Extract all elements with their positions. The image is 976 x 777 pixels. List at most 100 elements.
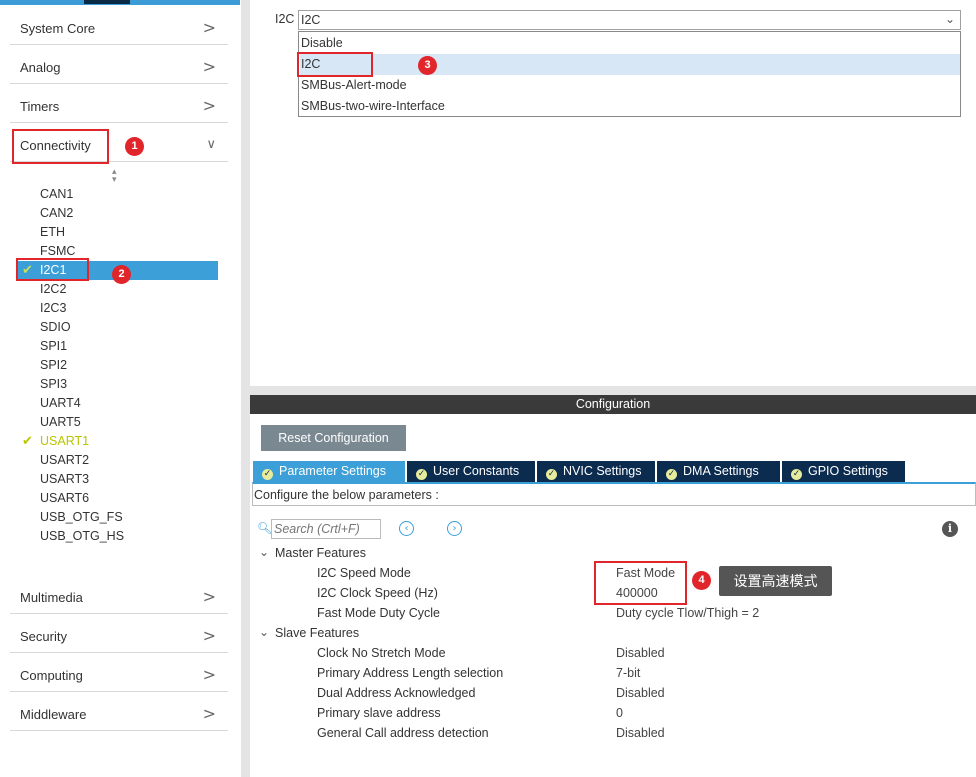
search-icon: 🔍︎ xyxy=(257,521,273,535)
chevron-right-icon: > xyxy=(202,626,216,645)
dropdown-option-smbus-two-wire[interactable]: SMBus-two-wire-Interface xyxy=(300,96,960,117)
peripheral-item-uart4[interactable]: UART4 xyxy=(40,394,81,413)
annotation-box-4 xyxy=(594,561,687,605)
peripheral-item-i2c2[interactable]: I2C2 xyxy=(40,280,66,299)
dropdown-option-disable[interactable]: Disable xyxy=(300,33,960,54)
param-label: Fast Mode Duty Cycle xyxy=(317,606,440,620)
i2c-mode-select[interactable]: I2C ⌄ xyxy=(298,10,961,30)
param-label: I2C Speed Mode xyxy=(317,566,411,580)
select-value: I2C xyxy=(301,13,321,27)
i2c-mode-dropdown-menu: Disable I2C SMBus-Alert-mode SMBus-two-w… xyxy=(298,31,961,117)
dropdown-option-smbus-alert[interactable]: SMBus-Alert-mode xyxy=(300,75,960,96)
peripheral-item-sdio[interactable]: SDIO xyxy=(40,318,71,337)
annotation-badge-3: 3 xyxy=(418,56,437,75)
group-slave-features[interactable]: Slave Features xyxy=(275,626,359,640)
peripheral-item-eth[interactable]: ETH xyxy=(40,223,65,242)
param-value[interactable]: 7-bit xyxy=(616,666,640,680)
tab-nvic-settings[interactable]: ✓ NVIC Settings xyxy=(537,461,655,482)
peripheral-item-spi3[interactable]: SPI3 xyxy=(40,375,67,394)
param-value[interactable]: 0 xyxy=(616,706,623,720)
param-value[interactable]: Disabled xyxy=(616,686,665,700)
category-computing[interactable]: Computing > xyxy=(10,659,228,692)
annotation-box-1 xyxy=(12,129,109,164)
tab-gpio-settings[interactable]: ✓ GPIO Settings xyxy=(782,461,905,482)
tab-dma-settings[interactable]: ✓ DMA Settings xyxy=(657,461,780,482)
category-system-core[interactable]: System Core > xyxy=(10,12,228,45)
peripheral-item-usart2[interactable]: USART2 xyxy=(40,451,89,470)
param-label: Clock No Stretch Mode xyxy=(317,646,446,660)
annotation-box-2 xyxy=(16,258,89,281)
param-value[interactable]: Disabled xyxy=(616,726,665,740)
chevron-down-icon: ⌄ xyxy=(944,12,955,26)
configuration-header: Configuration xyxy=(250,395,976,414)
instructions-text: Configure the below parameters : xyxy=(254,488,439,502)
peripheral-item-i2c3[interactable]: I2C3 xyxy=(40,299,66,318)
sort-arrows-icon[interactable]: ▴ ▾ xyxy=(112,168,117,185)
check-circle-icon: ✓ xyxy=(262,469,273,480)
chevron-right-icon: > xyxy=(202,57,216,76)
annotation-tooltip: 设置高速模式 xyxy=(719,566,832,596)
dropdown-option-i2c[interactable]: I2C xyxy=(300,54,960,75)
peripheral-item-usb-otg-hs[interactable]: USB_OTG_HS xyxy=(40,527,124,546)
category-middleware[interactable]: Middleware > xyxy=(10,698,228,731)
peripheral-item-can1[interactable]: CAN1 xyxy=(40,185,73,204)
tab-user-constants[interactable]: ✓ User Constants xyxy=(407,461,535,482)
panel-splitter[interactable] xyxy=(241,0,250,777)
tab-parameter-settings[interactable]: ✓ Parameter Settings xyxy=(253,461,405,482)
chevron-down-icon[interactable]: ⌄ xyxy=(259,625,269,639)
tab-label: DMA Settings xyxy=(683,464,759,478)
top-tab-indicator xyxy=(84,0,130,4)
instructions-bar: Configure the below parameters : xyxy=(252,482,976,506)
annotation-badge-1: 1 xyxy=(125,137,144,156)
param-label: General Call address detection xyxy=(317,726,489,740)
peripheral-item-spi2[interactable]: SPI2 xyxy=(40,356,67,375)
group-master-features[interactable]: Master Features xyxy=(275,546,366,560)
horizontal-splitter[interactable] xyxy=(250,386,976,395)
check-icon: ✔ xyxy=(22,434,33,449)
next-result-icon[interactable]: › xyxy=(447,521,462,536)
category-timers[interactable]: Timers > xyxy=(10,90,228,123)
peripheral-item-can2[interactable]: CAN2 xyxy=(40,204,73,223)
peripheral-item-usb-otg-fs[interactable]: USB_OTG_FS xyxy=(40,508,123,527)
chevron-right-icon: > xyxy=(202,96,216,115)
param-value[interactable]: Disabled xyxy=(616,646,665,660)
peripheral-item-usart3[interactable]: USART3 xyxy=(40,470,89,489)
tab-label: Parameter Settings xyxy=(279,464,386,478)
info-icon[interactable]: i xyxy=(942,521,958,537)
chevron-right-icon: > xyxy=(202,665,216,684)
previous-result-icon[interactable]: ‹ xyxy=(399,521,414,536)
category-label: Timers xyxy=(20,99,60,114)
annotation-badge-2: 2 xyxy=(112,265,131,284)
annotation-box-3 xyxy=(297,52,373,77)
peripheral-item-usart6[interactable]: USART6 xyxy=(40,489,89,508)
check-circle-icon: ✓ xyxy=(416,469,427,480)
category-label: System Core xyxy=(20,21,96,36)
mode-label: I2C xyxy=(275,12,295,26)
tab-label: NVIC Settings xyxy=(563,464,642,478)
tab-label: User Constants xyxy=(433,464,520,478)
check-circle-icon: ✓ xyxy=(666,469,677,480)
check-circle-icon: ✓ xyxy=(791,469,802,480)
param-label: Dual Address Acknowledged xyxy=(317,686,476,700)
category-multimedia[interactable]: Multimedia > xyxy=(10,581,228,614)
chevron-right-icon: > xyxy=(202,587,216,606)
param-value[interactable]: Duty cycle Tlow/Thigh = 2 xyxy=(616,606,759,620)
tab-label: GPIO Settings xyxy=(808,464,888,478)
check-circle-icon: ✓ xyxy=(546,469,557,480)
category-label: Computing xyxy=(20,668,83,683)
chevron-down-icon[interactable]: ⌄ xyxy=(259,545,269,559)
peripheral-item-uart5[interactable]: UART5 xyxy=(40,413,81,432)
category-label: Analog xyxy=(20,60,61,75)
peripheral-item-spi1[interactable]: SPI1 xyxy=(40,337,67,356)
chevron-right-icon: > xyxy=(202,18,216,37)
param-label: Primary slave address xyxy=(317,706,441,720)
category-security[interactable]: Security > xyxy=(10,620,228,653)
reset-configuration-button[interactable]: Reset Configuration xyxy=(261,425,406,451)
category-label: Security xyxy=(20,629,67,644)
category-label: Middleware xyxy=(20,707,87,722)
chevron-right-icon: > xyxy=(202,704,216,723)
category-label: Multimedia xyxy=(20,590,83,605)
peripheral-item-usart1[interactable]: USART1 xyxy=(40,432,89,451)
search-input[interactable] xyxy=(271,519,381,539)
category-analog[interactable]: Analog > xyxy=(10,51,228,84)
